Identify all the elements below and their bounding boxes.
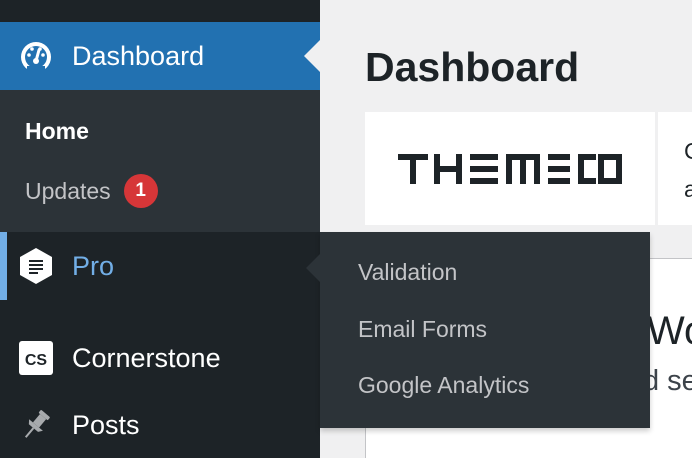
sidebar-item-pro-label: Pro (72, 250, 115, 281)
flyout-item-google-analytics[interactable]: Google Analytics (358, 372, 529, 399)
submenu-item-updates-label: Updates (25, 177, 111, 204)
wp-admin-page: Dashboard a W d s Dashboard Home Updates… (0, 0, 692, 458)
sidebar-item-cornerstone[interactable]: CS Cornerstone (0, 324, 320, 392)
themeco-logo (398, 153, 622, 184)
pro-flyout-menu: Validation Email Forms Google Analytics (306, 232, 650, 428)
pro-hexagon-icon (18, 248, 54, 284)
card-partial-line-2: a (684, 176, 692, 202)
admin-sidebar: Dashboard Home Updates 1 Pro CS Cornerst… (0, 0, 320, 458)
card-partial-line-1: C (684, 138, 692, 165)
info-card-partial: C a (658, 112, 692, 225)
flyout-item-email-forms[interactable]: Email Forms (358, 316, 487, 343)
sidebar-item-pro[interactable]: Pro (0, 232, 320, 300)
welcome-panel-subtitle: d se (643, 365, 692, 397)
page-title: Dashboard (365, 44, 580, 90)
sidebar-item-posts[interactable]: Posts (0, 392, 320, 458)
updates-count-badge: 1 (123, 174, 158, 208)
flyout-item-validation[interactable]: Validation (358, 259, 457, 286)
sidebar-item-dashboard[interactable]: Dashboard (0, 22, 320, 90)
welcome-panel-title: Wo (647, 309, 692, 353)
submenu-item-updates[interactable]: Updates 1 (25, 174, 158, 208)
submenu-item-home[interactable]: Home (25, 118, 89, 145)
sidebar-item-dashboard-label: Dashboard (72, 40, 205, 71)
sidebar-item-posts-label: Posts (72, 409, 140, 440)
cornerstone-icon: CS (18, 340, 54, 376)
sidebar-item-cornerstone-label: Cornerstone (72, 342, 221, 373)
dashboard-gauge-icon (18, 38, 54, 74)
pro-active-accent (0, 232, 7, 300)
svg-text:CS: CS (25, 352, 48, 369)
pushpin-icon (18, 407, 54, 443)
sidebar-top-strip (0, 0, 320, 22)
themeco-card (365, 112, 655, 225)
dashboard-submenu: Home Updates 1 (0, 90, 320, 232)
